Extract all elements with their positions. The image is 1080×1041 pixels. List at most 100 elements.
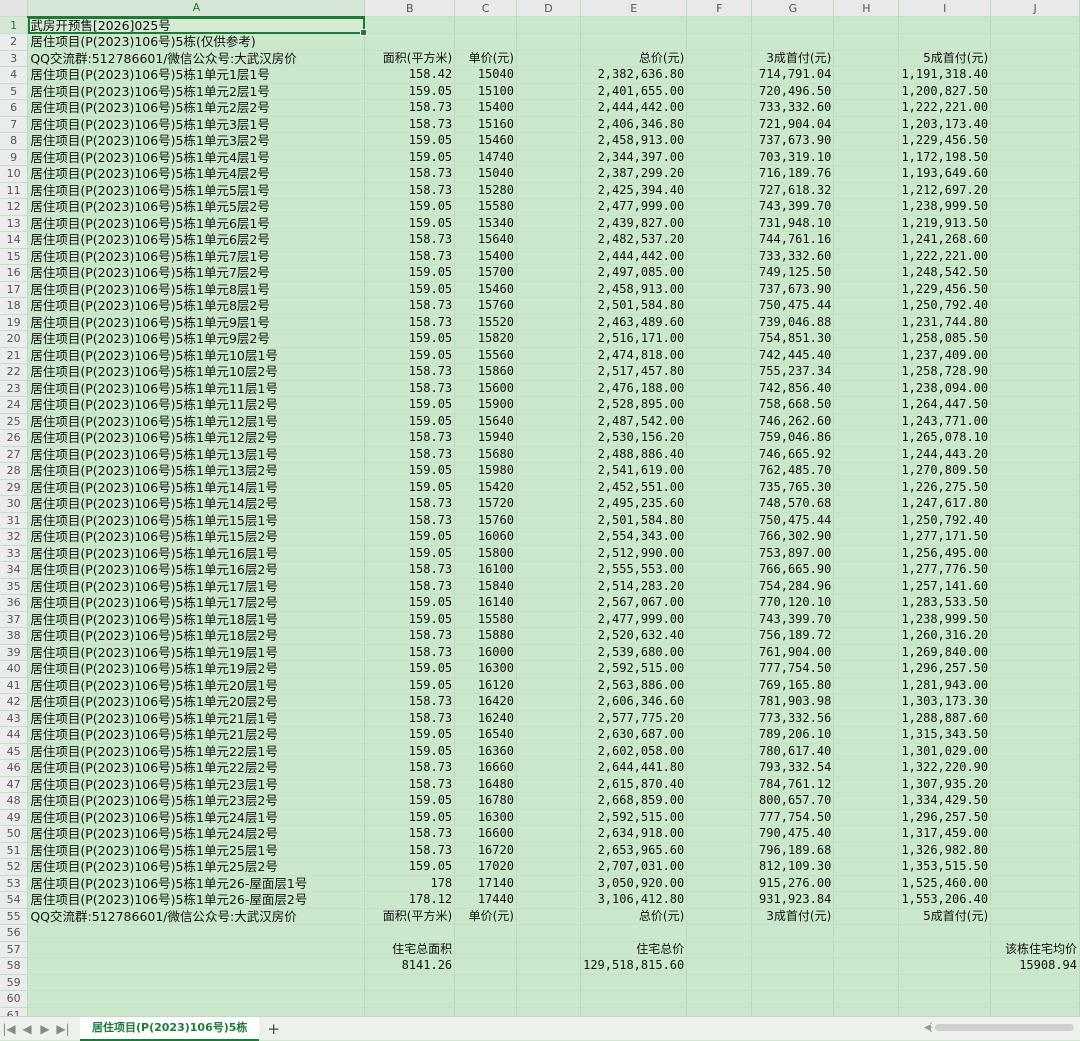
column-header-h[interactable]: H [833, 0, 900, 17]
cell[interactable] [833, 512, 900, 529]
area-cell[interactable]: 159.05 [364, 149, 456, 166]
cell[interactable] [833, 462, 900, 480]
down-payment-50-cell[interactable]: 1,288,887.60 [898, 710, 992, 727]
cell[interactable] [990, 380, 1080, 397]
cell[interactable] [990, 50, 1080, 67]
cell[interactable] [686, 330, 753, 348]
column-header-a[interactable]: A [27, 0, 366, 18]
down-payment-50-cell[interactable]: 1,248,542.50 [898, 264, 992, 282]
cell[interactable] [990, 974, 1080, 991]
area-cell[interactable]: 158.73 [364, 297, 456, 315]
unit-price-cell[interactable]: 15160 [454, 116, 517, 133]
unit-name-cell[interactable]: 居住项目(P(2023)106号)5栋1单元2层2号 [27, 99, 366, 117]
area-cell[interactable]: 159.05 [364, 83, 456, 100]
total-price-cell[interactable]: 2,592,515.00 [580, 809, 688, 826]
unit-name-cell[interactable]: 居住项目(P(2023)106号)5栋1单元9层2号 [27, 330, 366, 348]
cell[interactable] [516, 330, 582, 348]
unit-name-cell[interactable]: 居住项目(P(2023)106号)5栋1单元2层1号 [27, 83, 366, 100]
unit-price-cell[interactable]: 17440 [454, 891, 517, 909]
cell[interactable] [990, 776, 1080, 793]
down-payment-30-cell[interactable]: 744,761.16 [751, 231, 835, 249]
cell[interactable] [833, 842, 900, 859]
unit-price-cell[interactable]: 15580 [454, 611, 517, 628]
unit-name-cell[interactable]: 居住项目(P(2023)106号)5栋1单元19层1号 [27, 644, 366, 661]
down-payment-30-cell[interactable]: 762,485.70 [751, 462, 835, 480]
unit-name-cell[interactable]: 居住项目(P(2023)106号)5栋1单元1层1号 [27, 66, 366, 84]
total-price-cell[interactable]: 2,425,394.40 [580, 182, 688, 199]
cell[interactable] [686, 875, 753, 892]
cell[interactable] [833, 677, 900, 694]
unit-price-cell[interactable]: 16100 [454, 561, 517, 579]
row-header[interactable]: 35 [0, 578, 29, 595]
unit-name-cell[interactable]: 居住项目(P(2023)106号)5栋1单元15层1号 [27, 512, 366, 529]
cell[interactable] [516, 990, 582, 1008]
unit-name-cell[interactable]: 居住项目(P(2023)106号)5栋1单元22层2号 [27, 759, 366, 777]
row-header[interactable]: 47 [0, 776, 29, 793]
unit-price-cell[interactable]: 15280 [454, 182, 517, 199]
unit-name-cell[interactable]: 居住项目(P(2023)106号)5栋1单元7层1号 [27, 248, 366, 265]
unit-name-cell[interactable]: 居住项目(P(2023)106号)5栋1单元5层1号 [27, 182, 366, 199]
row-header[interactable]: 5 [0, 83, 29, 100]
cell[interactable] [686, 528, 753, 546]
cell[interactable] [516, 644, 582, 661]
total-price-cell[interactable]: 2,577,775.20 [580, 710, 688, 727]
cell[interactable] [686, 281, 753, 298]
cell[interactable] [990, 1007, 1080, 1016]
cell[interactable] [516, 462, 582, 480]
unit-price-cell[interactable]: 15400 [454, 248, 517, 265]
row-header[interactable]: 38 [0, 627, 29, 645]
unit-name-cell[interactable]: 居住项目(P(2023)106号)5栋1单元21层1号 [27, 710, 366, 727]
cell[interactable] [833, 644, 900, 661]
row-header[interactable]: 15 [0, 248, 29, 265]
row-header[interactable]: 10 [0, 165, 29, 183]
row-header[interactable]: 20 [0, 330, 29, 348]
cell[interactable] [990, 990, 1080, 1008]
total-price-cell[interactable]: 2,653,965.60 [580, 842, 688, 859]
prev-sheet-icon[interactable]: ◀ [18, 1022, 36, 1036]
total-price-cell[interactable]: 2,497,085.00 [580, 264, 688, 282]
cell[interactable] [686, 644, 753, 661]
header-cell[interactable]: 3成首付(元) [751, 908, 835, 925]
total-price-cell[interactable]: 2,452,551.00 [580, 479, 688, 496]
cell[interactable] [516, 908, 582, 925]
sheet-tab-active[interactable]: 居住项目(P(2023)106号)5栋 [80, 1016, 260, 1041]
cell[interactable] [833, 231, 900, 249]
unit-price-cell[interactable]: 17140 [454, 875, 517, 892]
cell[interactable] [516, 165, 582, 183]
cell[interactable] [686, 957, 753, 975]
cell[interactable] [686, 611, 753, 628]
cell[interactable] [833, 165, 900, 183]
down-payment-30-cell[interactable]: 758,668.50 [751, 396, 835, 414]
unit-price-cell[interactable]: 15040 [454, 165, 517, 183]
row-header[interactable]: 13 [0, 215, 29, 232]
down-payment-30-cell[interactable]: 735,765.30 [751, 479, 835, 496]
cell[interactable] [990, 231, 1080, 249]
cell[interactable] [686, 677, 753, 694]
unit-name-cell[interactable]: 居住项目(P(2023)106号)5栋1单元26-屋面层2号 [27, 891, 366, 909]
column-header-f[interactable]: F [686, 0, 753, 17]
cell[interactable] [833, 66, 900, 84]
cell[interactable] [516, 842, 582, 859]
cell[interactable] [686, 512, 753, 529]
down-payment-50-cell[interactable]: 1,258,085.50 [898, 330, 992, 348]
cell[interactable] [833, 660, 900, 678]
cell[interactable] [833, 858, 900, 876]
row-header[interactable]: 49 [0, 809, 29, 826]
active-cell[interactable]: 武房开预售[2026]025号 [27, 16, 368, 35]
cell[interactable] [686, 198, 753, 216]
unit-name-cell[interactable]: 居住项目(P(2023)106号)5栋1单元4层2号 [27, 165, 366, 183]
area-cell[interactable]: 158.73 [364, 314, 456, 331]
total-price-cell[interactable]: 3,106,412.80 [580, 891, 688, 909]
area-cell[interactable]: 159.05 [364, 462, 456, 480]
area-cell[interactable]: 159.05 [364, 215, 456, 232]
cell[interactable] [516, 941, 582, 958]
cell[interactable] [990, 759, 1080, 777]
down-payment-50-cell[interactable]: 1,203,173.40 [898, 116, 992, 133]
total-price-cell[interactable]: 2,644,441.80 [580, 759, 688, 777]
total-price-cell[interactable]: 2,495,235.60 [580, 495, 688, 513]
select-all-corner[interactable] [0, 0, 29, 17]
total-price-cell[interactable]: 2,514,283.20 [580, 578, 688, 595]
down-payment-30-cell[interactable]: 743,399.70 [751, 198, 835, 216]
down-payment-30-cell[interactable]: 754,284.96 [751, 578, 835, 595]
cell[interactable] [364, 16, 456, 34]
